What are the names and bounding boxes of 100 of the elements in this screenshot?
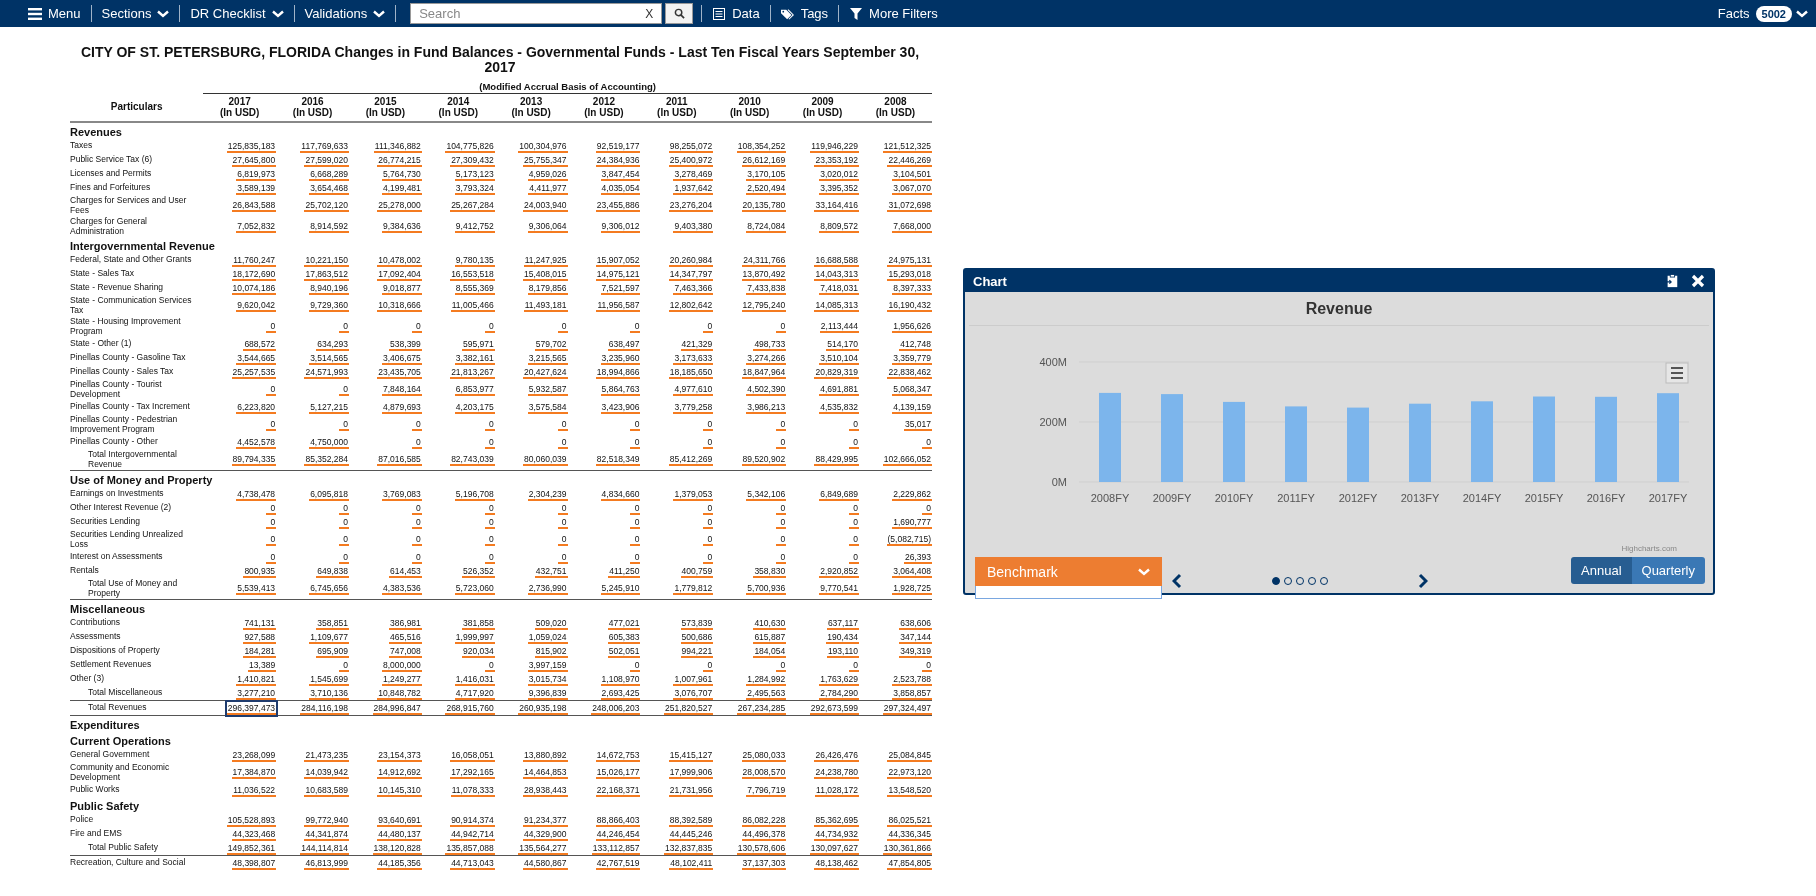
table-cell[interactable]: 23,154,373	[377, 748, 422, 762]
table-cell[interactable]: (5,082,715)	[886, 533, 932, 546]
table-cell[interactable]: 8,724,084	[746, 220, 787, 233]
table-cell[interactable]: 3,020,012	[819, 167, 859, 181]
table-cell[interactable]: 0	[484, 320, 495, 333]
table-cell[interactable]: 0	[266, 418, 277, 431]
table-cell[interactable]: 130,361,866	[882, 841, 932, 855]
table-cell[interactable]: 3,575,584	[527, 400, 568, 414]
table-cell[interactable]: 25,267,284	[450, 199, 495, 212]
table-cell[interactable]: 28,938,443	[523, 783, 568, 797]
table-cell[interactable]: 637,117	[826, 616, 859, 630]
table-cell[interactable]: 3,173,633	[673, 351, 714, 365]
table-cell[interactable]: 86,025,521	[887, 813, 932, 827]
table-cell[interactable]: 1,108,970	[600, 672, 641, 686]
table-cell[interactable]: 0	[776, 501, 787, 515]
table-cell[interactable]: 400,759	[680, 564, 714, 578]
table-cell[interactable]: 85,352,284	[304, 453, 349, 466]
table-cell[interactable]: 4,879,693	[382, 400, 422, 414]
table-cell[interactable]: 27,309,432	[450, 153, 495, 167]
table-cell[interactable]: 86,082,228	[741, 813, 787, 827]
table-cell[interactable]: 4,691,881	[819, 383, 859, 396]
table-cell[interactable]: 44,445,246	[668, 827, 714, 841]
table-cell[interactable]: 0	[338, 501, 349, 515]
table-cell[interactable]: 14,975,121	[595, 267, 641, 281]
table-cell[interactable]: 0	[922, 501, 932, 515]
table-cell[interactable]: 0	[849, 435, 859, 449]
table-cell[interactable]: 4,035,054	[600, 181, 641, 195]
table-cell[interactable]: 88,392,589	[668, 813, 714, 827]
table-cell[interactable]: 2,736,990	[527, 582, 568, 595]
table-cell[interactable]: 649,838	[316, 564, 349, 578]
table-cell[interactable]: 8,914,592	[309, 220, 349, 233]
table-cell[interactable]: 13,548,520	[887, 783, 932, 797]
table-cell[interactable]: 0	[411, 435, 422, 449]
table-cell[interactable]: 9,306,064	[527, 220, 568, 233]
table-cell[interactable]: 5,539,413	[236, 582, 277, 595]
table-cell[interactable]: 24,384,936	[595, 153, 641, 167]
table-cell[interactable]: 579,702	[534, 337, 568, 351]
table-cell[interactable]: 994,221	[680, 644, 714, 658]
table-cell[interactable]: 82,518,349	[595, 453, 641, 466]
table-cell[interactable]: 0	[266, 320, 277, 333]
table-cell[interactable]: 144,114,814	[300, 841, 349, 855]
table-cell[interactable]: 3,423,906	[600, 400, 641, 414]
table-cell[interactable]: 5,127,215	[309, 400, 349, 414]
table-cell[interactable]: 21,813,267	[450, 365, 495, 379]
table-cell[interactable]: 44,496,378	[741, 827, 787, 841]
table-cell[interactable]: 4,717,920	[454, 686, 495, 700]
table-cell[interactable]: 88,866,403	[595, 813, 641, 827]
table-cell[interactable]: 28,008,570	[741, 766, 787, 779]
table-cell[interactable]: 3,858,857	[892, 686, 932, 700]
table-cell[interactable]: 44,942,714	[450, 827, 495, 841]
table-cell[interactable]: 184,281	[243, 644, 277, 658]
table-cell[interactable]: 15,408,015	[523, 267, 568, 281]
table-cell[interactable]: 381,858	[461, 616, 495, 630]
table-cell[interactable]: 0	[411, 320, 422, 333]
table-cell[interactable]: 0	[411, 501, 422, 515]
table-cell[interactable]: 44,323,468	[231, 827, 277, 841]
table-cell[interactable]: 111,346,882	[373, 139, 422, 153]
table-cell[interactable]: 108,354,252	[736, 139, 787, 153]
table-cell[interactable]: 3,793,324	[454, 181, 495, 195]
table-cell[interactable]: 0	[557, 435, 568, 449]
table-cell[interactable]: 0	[630, 515, 641, 529]
table-cell[interactable]: 24,003,940	[523, 199, 568, 212]
menu-button[interactable]: Menu	[18, 6, 91, 21]
table-cell[interactable]: 14,912,692	[377, 766, 422, 779]
next-icon[interactable]	[1418, 573, 1428, 589]
table-cell[interactable]: 4,452,578	[236, 435, 277, 449]
table-cell[interactable]: 4,139,159	[892, 400, 932, 414]
table-cell[interactable]: 87,016,585	[377, 453, 422, 466]
table-cell[interactable]: 23,276,204	[668, 199, 714, 212]
table-cell[interactable]: 4,535,832	[819, 400, 859, 414]
table-cell[interactable]: 7,433,838	[746, 281, 787, 295]
table-cell[interactable]: 85,362,695	[814, 813, 859, 827]
table-cell[interactable]: 0	[630, 435, 641, 449]
table-cell[interactable]: 0	[338, 320, 349, 333]
table-cell[interactable]: 17,292,165	[450, 766, 495, 779]
table-cell[interactable]: 11,028,172	[815, 783, 859, 797]
table-cell[interactable]: 184,054	[753, 644, 787, 658]
table-cell[interactable]: 44,329,900	[523, 827, 568, 841]
table-cell[interactable]: 149,852,361	[226, 841, 277, 855]
table-cell[interactable]: 292,673,599	[809, 701, 859, 715]
table-cell[interactable]: 5,173,123	[454, 167, 495, 181]
table-cell[interactable]: 21,473,235	[304, 748, 349, 762]
table-cell[interactable]: 3,015,734	[527, 672, 568, 686]
table-cell[interactable]: 0	[776, 658, 787, 672]
table-cell[interactable]: 1,284,992	[746, 672, 787, 686]
table-cell[interactable]: 22,838,462	[887, 365, 932, 379]
table-cell[interactable]: 7,463,366	[673, 281, 714, 295]
table-cell[interactable]: 0	[776, 533, 787, 546]
table-cell[interactable]: 7,052,832	[236, 220, 277, 233]
table-cell[interactable]: 92,519,177	[595, 139, 641, 153]
table-cell[interactable]: 138,120,828	[372, 841, 422, 855]
table-cell[interactable]: 15,907,052	[595, 253, 641, 267]
table-cell[interactable]: 6,853,977	[454, 383, 495, 396]
table-cell[interactable]: 4,203,175	[454, 400, 495, 414]
table-cell[interactable]: 20,260,984	[668, 253, 714, 267]
table-cell[interactable]: 747,008	[389, 644, 422, 658]
table-cell[interactable]: 85,412,269	[668, 453, 714, 466]
table-cell[interactable]: 8,940,196	[309, 281, 349, 295]
table-cell[interactable]: 24,571,993	[304, 365, 349, 379]
table-cell[interactable]: 0	[922, 658, 932, 672]
